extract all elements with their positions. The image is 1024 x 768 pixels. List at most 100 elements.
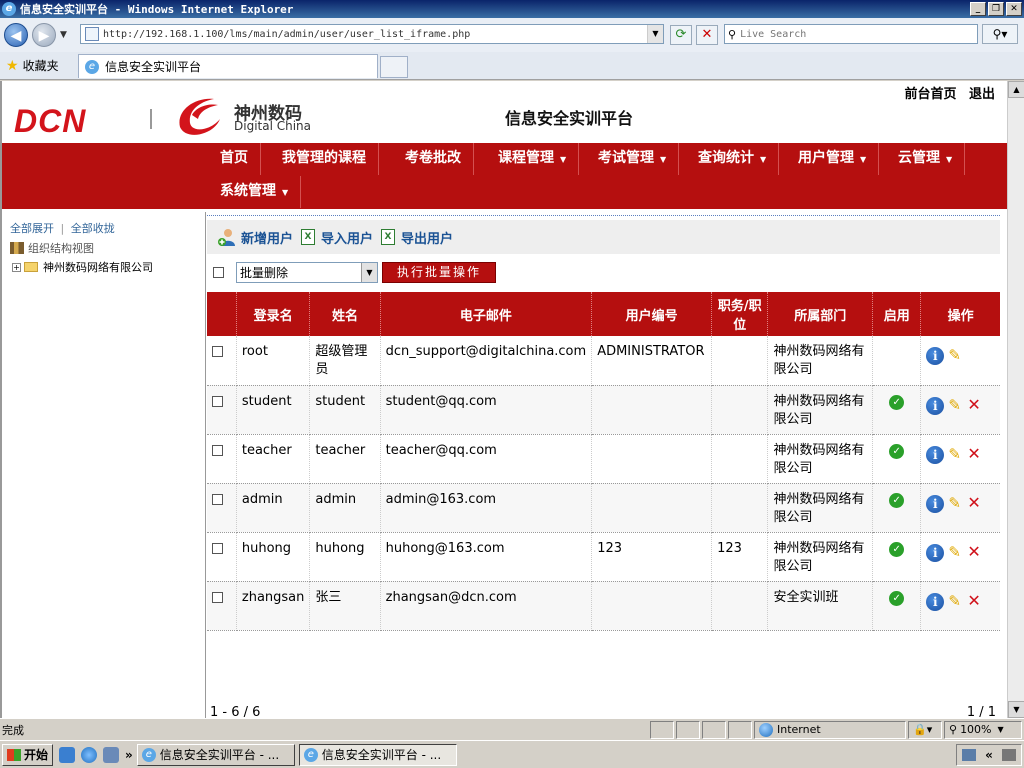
taskbar-window-button[interactable]: e 信息安全实训平台 - ... (136, 743, 295, 766)
column-header[interactable]: 所属部门 (767, 292, 874, 336)
network-icon[interactable] (1002, 749, 1017, 761)
enabled-check-icon[interactable]: ✓ (889, 492, 905, 508)
execute-batch-button[interactable]: 执行批量操作 (382, 262, 497, 283)
row-checkbox[interactable] (212, 591, 223, 603)
nav-item-statistics[interactable]: 查询统计 ▼ (686, 143, 780, 175)
column-header[interactable]: 用户编号 (591, 292, 713, 336)
vertical-scrollbar[interactable]: ▲ ▼ (1007, 81, 1024, 718)
nav-item-user-mgmt[interactable]: 用户管理 ▼ (786, 143, 880, 175)
collapse-all-link[interactable]: 全部收拢 (71, 222, 115, 235)
nav-item-cloud-mgmt[interactable]: 云管理 ▼ (886, 143, 966, 175)
address-field[interactable]: http://192.168.1.100/lms/main/admin/user… (80, 24, 664, 44)
row-checkbox[interactable] (212, 395, 223, 407)
info-icon[interactable]: i (926, 445, 945, 464)
recent-pages-chevron-icon[interactable]: ▼ (60, 30, 67, 40)
maximize-button[interactable]: ❐ (988, 2, 1004, 16)
enabled-cell: ✓ (872, 532, 922, 582)
protected-mode-icon[interactable]: 🔒▾ (908, 720, 942, 739)
security-zone[interactable]: Internet (754, 720, 906, 739)
row-checkbox[interactable] (212, 542, 223, 554)
delete-icon[interactable]: ✕ (967, 543, 981, 561)
new-tab-button[interactable] (380, 56, 408, 78)
column-header: 操作 (920, 292, 1000, 336)
nav-label: 我管理的课程 (282, 150, 366, 166)
scroll-down-arrow-icon[interactable]: ▼ (1008, 701, 1024, 718)
row-checkbox[interactable] (212, 346, 223, 357)
column-header[interactable]: 姓名 (309, 292, 381, 336)
delete-icon[interactable]: ✕ (967, 494, 981, 512)
info-icon[interactable]: i (926, 347, 945, 365)
show-desktop-icon[interactable] (59, 746, 76, 763)
enabled-check-icon[interactable]: ✓ (889, 590, 905, 606)
tray-expand-icon[interactable]: « (985, 748, 993, 762)
search-input[interactable] (740, 28, 961, 40)
expand-plus-icon[interactable]: + (12, 262, 21, 272)
dropdown-arrow-icon[interactable]: ▼ (361, 263, 377, 282)
logout-link[interactable]: 退出 (969, 87, 995, 102)
nav-item-exam-mgmt[interactable]: 考试管理 ▼ (586, 143, 680, 175)
stop-button[interactable]: ✕ (696, 25, 718, 45)
favorites-button[interactable]: ★ 收藏夹 (6, 57, 59, 74)
user-table: 登录名 姓名 电子邮件 用户编号 职务/职位 所属部门 启用 操作 root 超级… (207, 292, 1000, 631)
enabled-cell (872, 336, 922, 386)
enabled-check-icon[interactable]: ✓ (889, 541, 905, 557)
nav-item-home[interactable]: 首页 (208, 143, 261, 175)
nav-item-system-mgmt[interactable]: 系统管理 ▼ (208, 176, 302, 208)
refresh-button[interactable]: ⟳ (670, 25, 692, 45)
user-code-cell (591, 434, 713, 484)
column-header[interactable]: 职务/职位 (711, 292, 769, 336)
expand-all-link[interactable]: 全部展开 (10, 222, 54, 235)
search-go-button[interactable]: ⚲▾ (982, 24, 1018, 44)
enabled-check-icon[interactable]: ✓ (889, 394, 905, 410)
start-label: 开始 (24, 748, 49, 762)
edit-pencil-icon[interactable]: ✎ (948, 495, 964, 511)
tab-current[interactable]: e 信息安全实训平台 (78, 54, 378, 78)
taskbar-window-button-active[interactable]: e 信息安全实训平台 - ... (298, 743, 457, 766)
quicklaunch-overflow-icon[interactable]: » (125, 748, 133, 762)
delete-icon[interactable]: ✕ (967, 445, 981, 463)
row-checkbox[interactable] (212, 444, 223, 456)
tree-node-label[interactable]: 神州数码网络有限公司 (43, 259, 153, 275)
edit-pencil-icon[interactable]: ✎ (948, 347, 964, 363)
tray-app-icon[interactable] (961, 749, 976, 761)
delete-icon[interactable]: ✕ (967, 592, 981, 610)
column-header[interactable]: 启用 (872, 292, 922, 336)
edit-pencil-icon[interactable]: ✎ (948, 397, 964, 413)
export-users-button[interactable]: X 导出用户 (381, 228, 453, 247)
edit-pencil-icon[interactable]: ✎ (948, 593, 964, 609)
frontpage-link[interactable]: 前台首页 (904, 87, 956, 102)
add-user-button[interactable]: 新增用户 (217, 227, 293, 247)
server-manager-icon[interactable] (103, 746, 120, 763)
start-button[interactable]: 开始 (2, 743, 54, 766)
ie-quicklaunch-icon[interactable] (81, 746, 98, 763)
url-text[interactable]: http://192.168.1.100/lms/main/admin/user… (103, 29, 647, 40)
close-window-button[interactable]: ✕ (1006, 2, 1022, 16)
forward-button[interactable]: ▶ (32, 23, 56, 47)
edit-pencil-icon[interactable]: ✎ (948, 544, 964, 560)
info-icon[interactable]: i (926, 592, 945, 611)
address-dropdown-icon[interactable]: ▼ (647, 25, 663, 43)
scroll-up-arrow-icon[interactable]: ▲ (1008, 81, 1024, 98)
info-icon[interactable]: i (926, 396, 945, 415)
live-search-box[interactable]: ⚲ (724, 24, 978, 44)
batch-action-select[interactable]: 批量删除 ▼ (236, 262, 378, 283)
column-header[interactable]: 电子邮件 (380, 292, 593, 336)
edit-pencil-icon[interactable]: ✎ (948, 446, 964, 462)
nav-item-grading[interactable]: 考卷批改 (393, 143, 474, 175)
tree-node-company[interactable]: + 神州数码网络有限公司 (12, 259, 153, 275)
back-button[interactable]: ◀ (4, 23, 28, 47)
info-icon[interactable]: i (926, 494, 945, 513)
info-icon[interactable]: i (926, 543, 945, 562)
nav-item-course-mgmt[interactable]: 课程管理 ▼ (486, 143, 580, 175)
minimize-button[interactable]: _ (970, 2, 986, 16)
column-header[interactable]: 登录名 (236, 292, 311, 336)
enabled-check-icon[interactable]: ✓ (889, 443, 905, 459)
select-all-checkbox[interactable] (213, 267, 224, 278)
import-users-button[interactable]: X 导入用户 (301, 228, 373, 247)
nav-item-my-courses[interactable]: 我管理的课程 (270, 143, 379, 175)
zoom-control[interactable]: ⚲ 100% ▼ (944, 720, 1022, 739)
row-checkbox[interactable] (212, 493, 223, 505)
excel-icon: X (381, 229, 396, 245)
tree-root[interactable]: 组织结构视图 (10, 240, 94, 256)
delete-icon[interactable]: ✕ (967, 396, 981, 414)
